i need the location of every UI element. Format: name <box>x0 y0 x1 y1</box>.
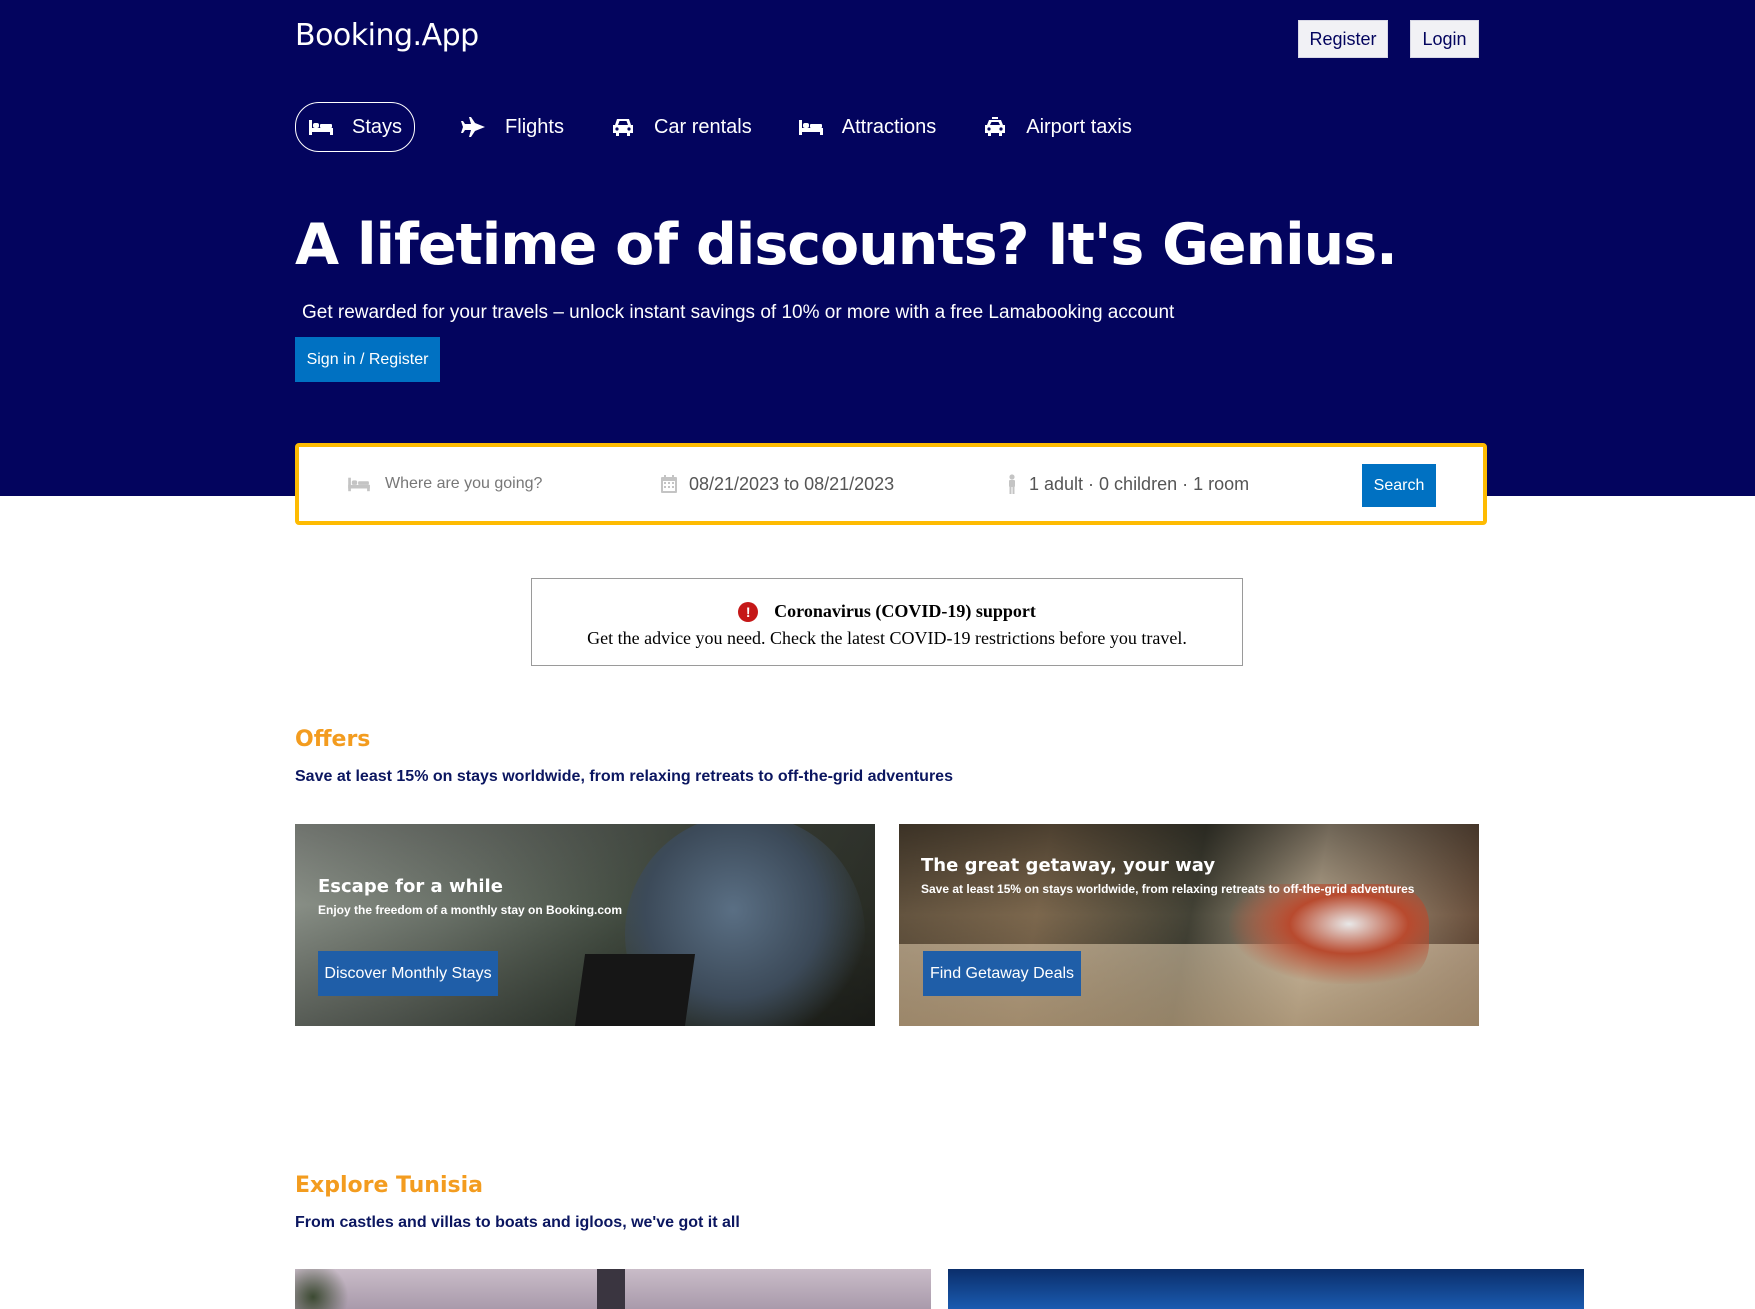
tree-shape <box>295 1269 355 1309</box>
nav-item-label: Airport taxis <box>1026 115 1132 138</box>
alert-icon: ! <box>738 601 759 622</box>
offer-card-getaway-deals: The great getaway, your way Save at leas… <box>899 824 1479 1026</box>
laptop-shape <box>574 954 696 1026</box>
tower-shape <box>597 1269 625 1309</box>
find-getaway-deals-button[interactable]: Find Getaway Deals <box>923 951 1081 996</box>
search-button[interactable]: Search <box>1362 464 1436 507</box>
sign-in-register-button[interactable]: Sign in / Register <box>295 337 440 382</box>
search-bar: 08/21/2023 to 08/21/2023 1 adult · 0 chi… <box>295 443 1487 525</box>
nav-item-label: Attractions <box>841 115 937 138</box>
destination-field[interactable] <box>347 447 587 521</box>
offer-card-subtitle: Enjoy the freedom of a monthly stay on B… <box>318 903 623 917</box>
bed-icon <box>309 120 333 135</box>
explore-subtitle: From castles and villas to boats and igl… <box>295 1214 740 1231</box>
covid-title: Coronavirus (COVID-19) support <box>774 601 1036 621</box>
nav-item-flights[interactable]: Flights <box>461 102 564 152</box>
header: Booking.App Register Login Stays Flights… <box>0 0 1755 496</box>
nav-item-label: Stays <box>352 115 403 138</box>
nav-item-airport-taxis[interactable]: Airport taxis <box>982 102 1132 152</box>
offers-subtitle: Save at least 15% on stays worldwide, fr… <box>295 768 953 785</box>
calendar-icon <box>661 475 677 493</box>
covid-title-row: ! Coronavirus (COVID-19) support <box>532 601 1242 622</box>
nav-item-label: Flights <box>505 115 564 138</box>
date-range-value: 08/21/2023 to 08/21/2023 <box>689 473 895 494</box>
hero-subtitle: Get rewarded for your travels – unlock i… <box>302 302 1175 323</box>
person-icon <box>1009 474 1015 494</box>
guests-value: 1 adult · 0 children · 1 room <box>1029 473 1250 494</box>
offer-card-title: The great getaway, your way <box>921 855 1216 876</box>
category-nav: Stays Flights Car rentals Attractions Ai… <box>295 102 1178 152</box>
offer-card-subtitle: Save at least 15% on stays worldwide, fr… <box>921 882 1415 896</box>
discover-monthly-stays-button[interactable]: Discover Monthly Stays <box>318 951 498 996</box>
bed-icon <box>348 477 370 492</box>
plane-icon <box>461 117 486 137</box>
explore-title: Explore Tunisia <box>295 1173 483 1198</box>
logo[interactable]: Booking.App <box>295 18 479 53</box>
guests-field[interactable]: 1 adult · 0 children · 1 room <box>1007 447 1249 521</box>
car-icon <box>612 119 633 136</box>
offer-card-monthly-stays: Escape for a while Enjoy the freedom of … <box>295 824 875 1026</box>
taxi-icon <box>985 117 1006 136</box>
people-shape <box>1229 884 1429 984</box>
offer-card-title: Escape for a while <box>318 876 503 897</box>
nav-item-attractions[interactable]: Attractions <box>798 102 936 152</box>
nav-item-stays[interactable]: Stays <box>295 102 416 152</box>
login-button[interactable]: Login <box>1410 20 1479 58</box>
explore-card[interactable] <box>948 1269 1584 1309</box>
covid-text: Get the advice you need. Check the lates… <box>587 628 1187 648</box>
nav-item-label: Car rentals <box>653 115 752 138</box>
destination-input[interactable] <box>383 474 587 494</box>
covid-notice: ! Coronavirus (COVID-19) support Get the… <box>531 578 1243 666</box>
bed-icon <box>798 120 823 135</box>
nav-item-car-rentals[interactable]: Car rentals <box>610 102 752 152</box>
hero-title: A lifetime of discounts? It's Genius. <box>295 212 1398 278</box>
explore-card[interactable] <box>295 1269 931 1309</box>
offers-title: Offers <box>295 727 371 752</box>
register-button[interactable]: Register <box>1298 20 1388 58</box>
date-range-field[interactable]: 08/21/2023 to 08/21/2023 <box>661 447 894 521</box>
